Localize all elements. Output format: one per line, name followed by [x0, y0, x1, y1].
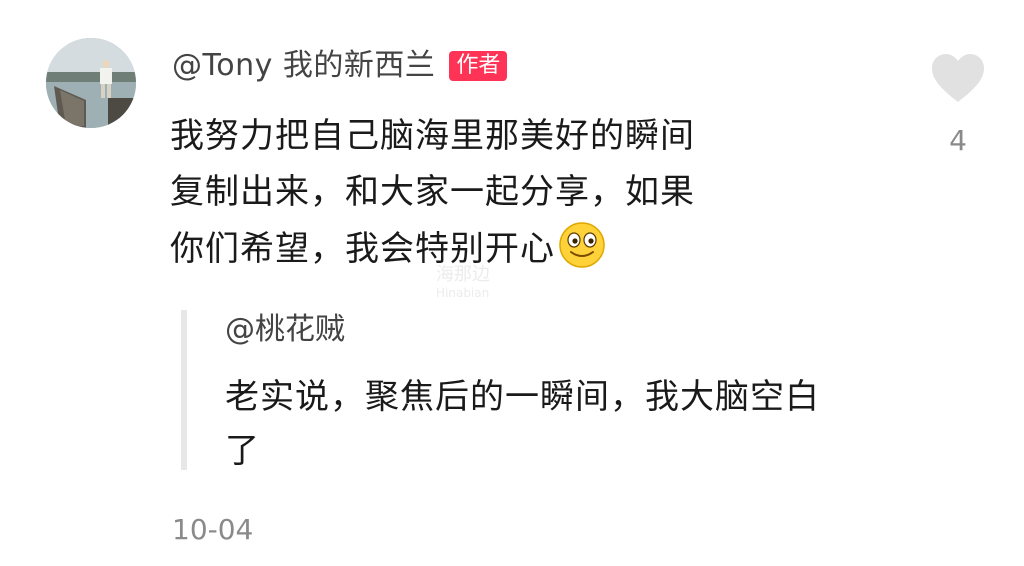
reply-body: 老实说，聚焦后的一瞬间，我大脑空白 了	[225, 370, 965, 478]
like-count: 4	[949, 124, 967, 157]
comment-body: 我努力把自己脑海里那美好的瞬间 复制出来，和大家一起分享，如果 你们希望，我会特…	[170, 108, 850, 277]
comment-body-line: 复制出来，和大家一起分享，如果	[170, 172, 695, 212]
heart-icon[interactable]	[930, 52, 986, 104]
reply-body-line: 了	[225, 431, 260, 471]
comment-username[interactable]: @Tony 我的新西兰	[172, 46, 435, 86]
watermark: 海那边 Hinabian	[436, 266, 490, 302]
reply-body-line: 老实说，聚焦后的一瞬间，我大脑空白	[225, 377, 820, 417]
comment-body-line: 你们希望，我会特别开心	[170, 220, 850, 277]
comment-body-line: 我努力把自己脑海里那美好的瞬间	[170, 116, 695, 156]
smiley-emoji-icon	[559, 222, 605, 268]
quoted-reply: @桃花贼 老实说，聚焦后的一瞬间，我大脑空白 了	[181, 310, 971, 471]
user-avatar[interactable]	[46, 38, 136, 128]
comment-item: @Tony 我的新西兰 作者 我努力把自己脑海里那美好的瞬间 复制出来，和大家一…	[0, 0, 1024, 566]
watermark-sub: Hinabian	[436, 286, 490, 300]
comment-timestamp: 10-04	[172, 513, 254, 546]
comment-header: @Tony 我的新西兰 作者	[172, 46, 508, 86]
author-badge: 作者	[449, 51, 508, 81]
avatar-image	[46, 38, 136, 128]
comment-body-line-text: 你们希望，我会特别开心	[170, 229, 555, 269]
reply-username[interactable]: @桃花贼	[225, 310, 971, 350]
like-area: 4	[928, 52, 988, 157]
watermark-main: 海那边	[436, 264, 490, 285]
